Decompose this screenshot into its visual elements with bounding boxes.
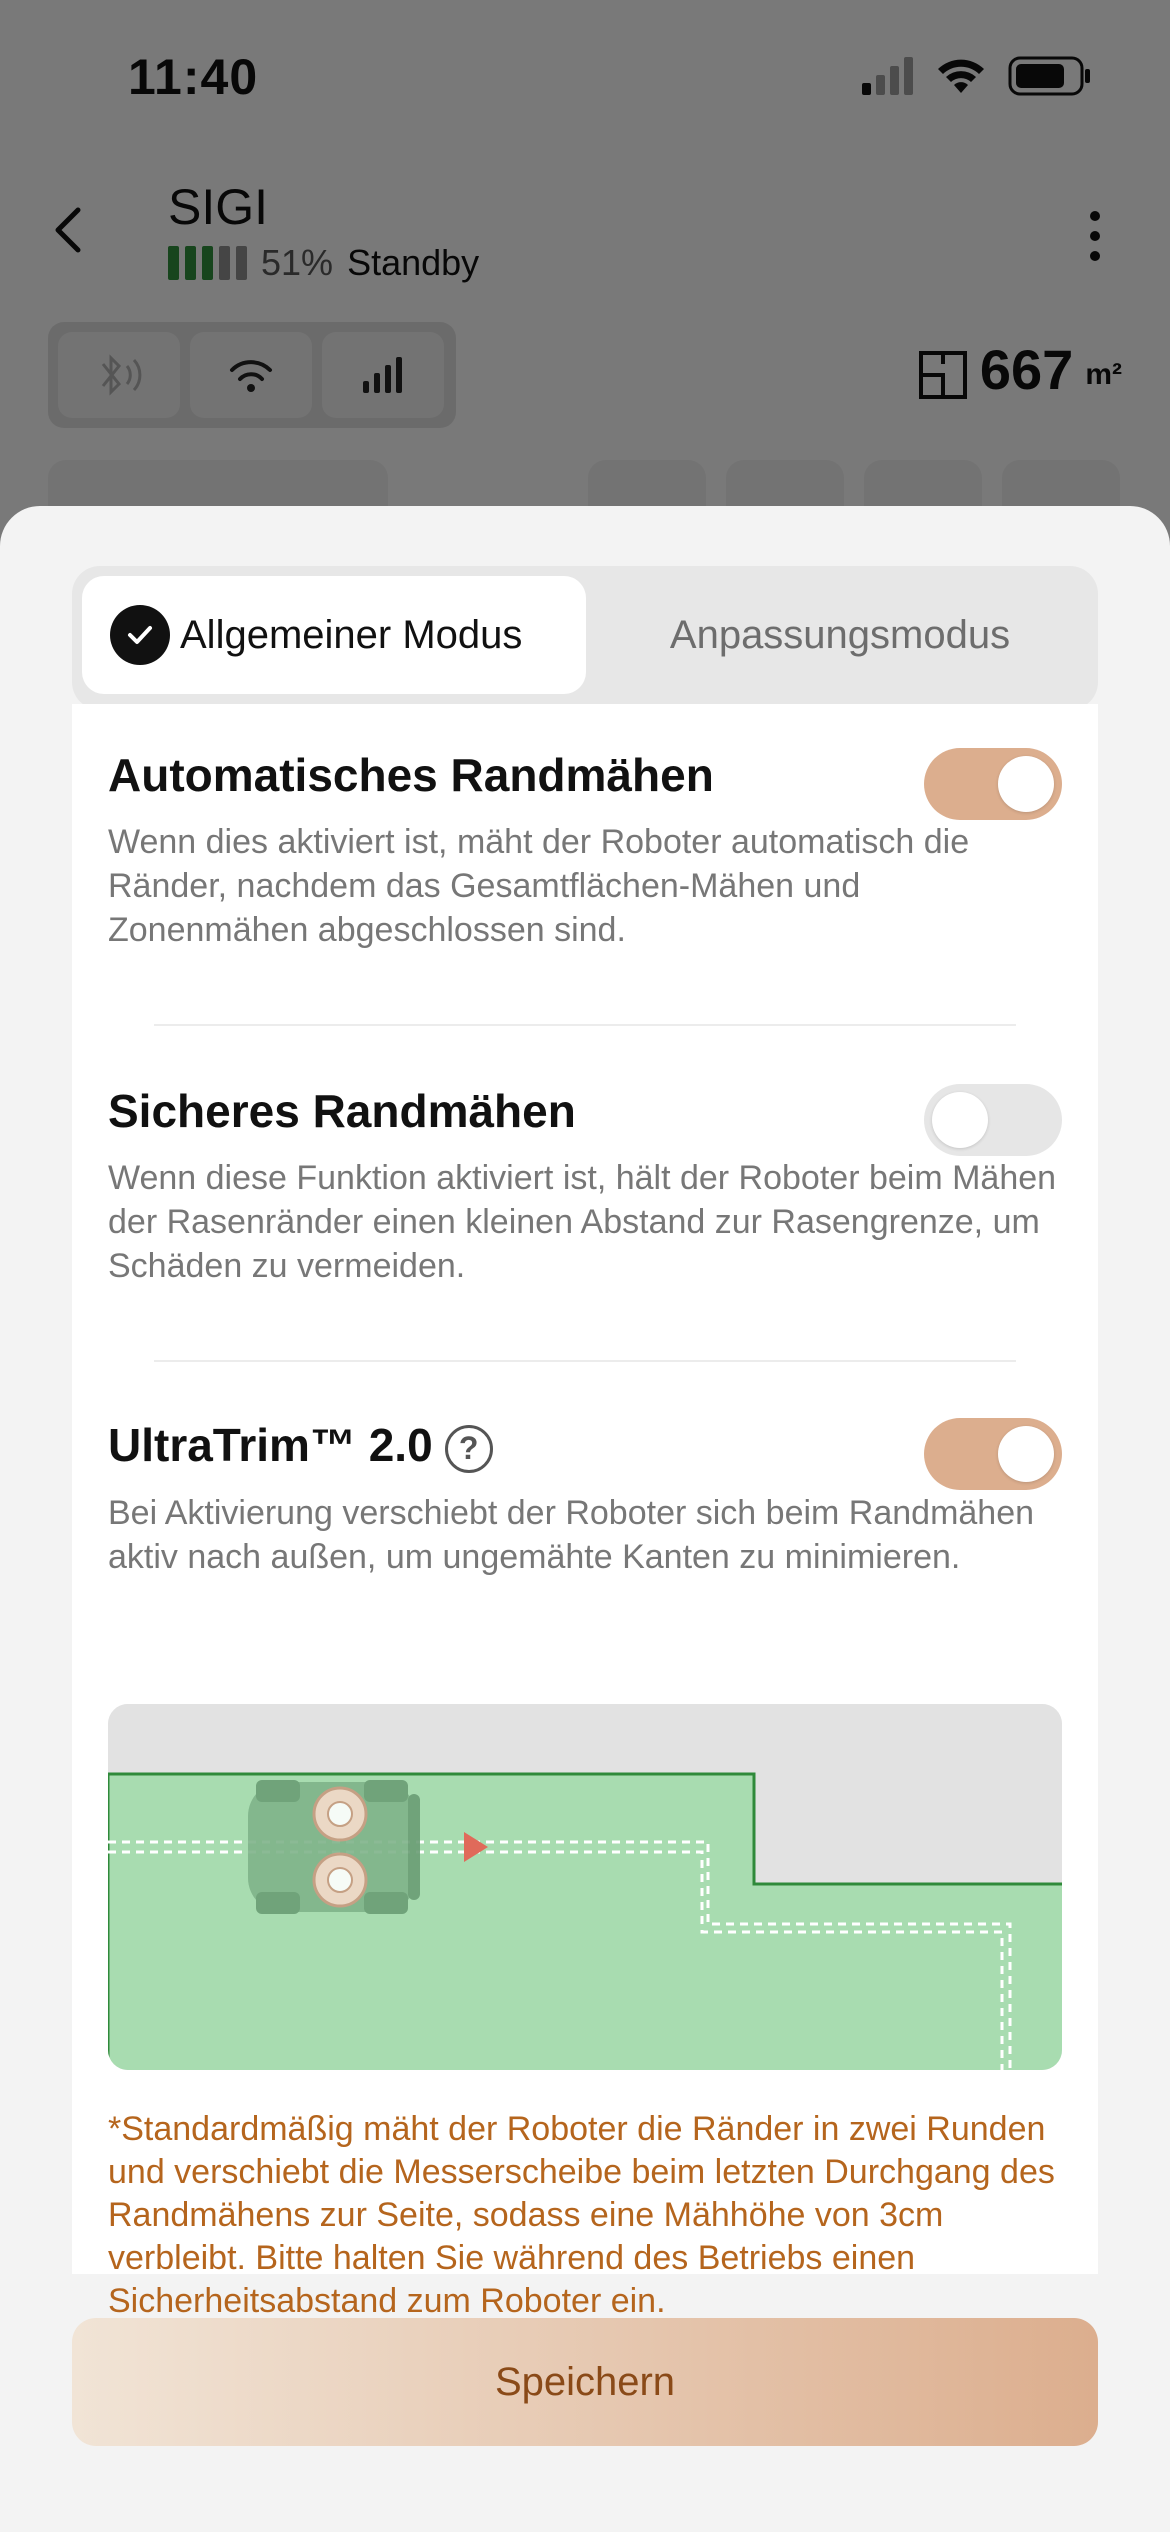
- help-icon[interactable]: ?: [444, 1424, 493, 1473]
- ultratrim-title-row: UltraTrim™ 2.0?: [108, 1418, 1062, 1473]
- ultratrim-illustration: [108, 1704, 1062, 2070]
- divider: [154, 1024, 1016, 1026]
- divider: [154, 1360, 1016, 1362]
- ultratrim-diagram: [108, 1704, 1062, 2070]
- mode-segmented-control: Allgemeiner Modus Anpassungsmodus: [72, 566, 1098, 710]
- edge-mowing-sheet: Allgemeiner Modus Anpassungsmodus Automa…: [0, 506, 1170, 2532]
- auto-edge-toggle[interactable]: [924, 748, 1062, 820]
- auto-edge-title: Automatisches Randmähen: [108, 749, 714, 801]
- ultratrim-description: Bei Aktivierung verschiebt der Roboter s…: [108, 1493, 1035, 1576]
- safe-edge-toggle[interactable]: [924, 1084, 1062, 1156]
- ultratrim-toggle[interactable]: [924, 1418, 1062, 1490]
- tab-general-mode-label: Allgemeiner Modus: [180, 612, 523, 657]
- settings-card: Automatisches Randmähen Wenn dies aktivi…: [72, 704, 1098, 2320]
- safe-edge-title: Sicheres Randmähen: [108, 1085, 576, 1137]
- setting-safe-edge: Sicheres Randmähen Wenn diese Funktion a…: [108, 1084, 1062, 1288]
- setting-auto-edge: Automatisches Randmähen Wenn dies aktivi…: [108, 748, 1062, 952]
- safe-edge-description: Wenn diese Funktion aktiviert ist, hält …: [108, 1159, 1057, 1285]
- safety-note: *Standardmäßig mäht der Roboter die Ränd…: [108, 2110, 1055, 2320]
- tab-general-mode[interactable]: Allgemeiner Modus: [82, 576, 586, 694]
- check-icon: [110, 605, 170, 665]
- setting-ultratrim: UltraTrim™ 2.0? Bei Aktivierung verschie…: [108, 1418, 1062, 1579]
- tab-custom-mode[interactable]: Anpassungsmodus: [592, 576, 1088, 694]
- save-button[interactable]: Speichern: [72, 2318, 1098, 2446]
- auto-edge-description: Wenn dies aktiviert ist, mäht der Robote…: [108, 823, 970, 949]
- robot-mower-icon: [248, 1780, 420, 1914]
- ultratrim-title: UltraTrim™ 2.0: [108, 1419, 433, 1471]
